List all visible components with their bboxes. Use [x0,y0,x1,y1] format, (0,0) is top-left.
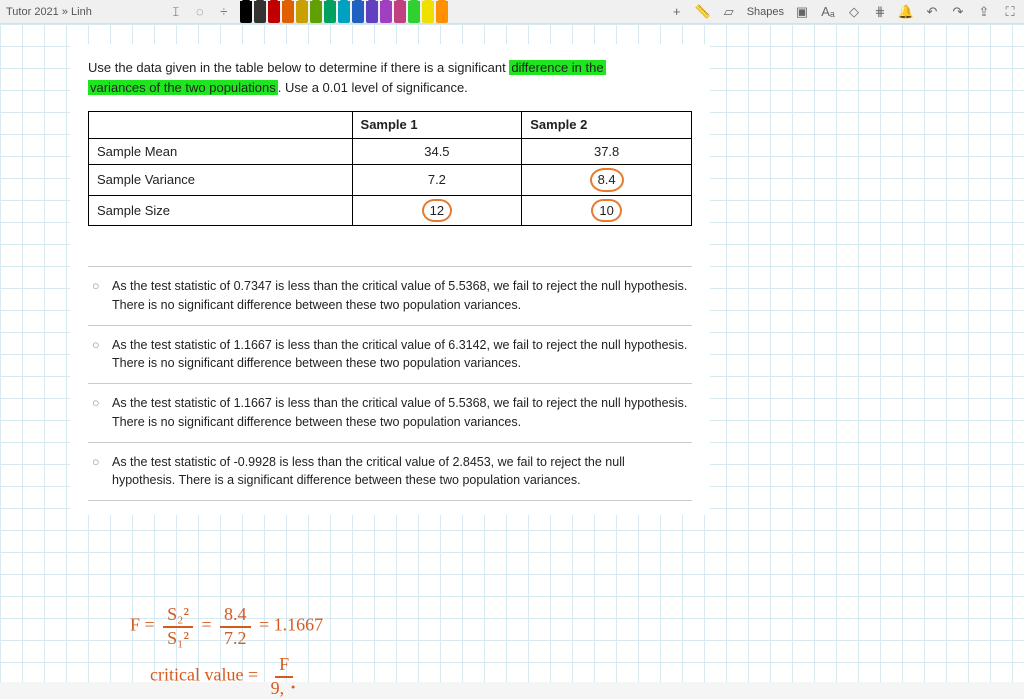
pen-palette [240,1,448,23]
question-text: Use the data given in the table below to… [88,58,692,97]
table-header [89,112,353,139]
pen-color-4[interactable] [296,1,308,23]
answer-option-2[interactable]: As the test statistic of 1.1667 is less … [88,383,692,442]
shapes-label[interactable]: Shapes [747,6,784,18]
highlight-2: variances of the two populations [88,80,278,95]
add-tool-icon[interactable]: ÷ [216,4,232,20]
table-row: Sample Mean34.537.8 [89,138,692,165]
pen-color-12[interactable] [408,1,420,23]
crop-icon[interactable]: ▣ [794,4,810,20]
ruler-icon[interactable]: 📏 [695,4,711,20]
table-row: Sample Variance7.28.4 [89,165,692,196]
pen-color-14[interactable] [436,1,448,23]
table-header: Sample 2 [522,112,692,139]
data-table: Sample 1Sample 2 Sample Mean34.537.8Samp… [88,111,692,226]
canvas[interactable]: Use the data given in the table below to… [0,24,1024,682]
answer-option-1[interactable]: As the test statistic of 1.1667 is less … [88,325,692,384]
eraser-icon[interactable]: ◇ [846,4,862,20]
text-box-icon[interactable]: Aₐ [820,4,836,20]
share-icon[interactable]: ⇪ [976,4,992,20]
answer-option-3[interactable]: As the test statistic of -0.9928 is less… [88,442,692,502]
pen-color-2[interactable] [268,1,280,23]
lasso-icon[interactable]: ◌ [192,4,208,20]
pen-color-11[interactable] [394,1,406,23]
pen-color-1[interactable] [254,1,266,23]
breadcrumb: Tutor 2021 » Linh [6,6,92,18]
pen-color-10[interactable] [380,1,392,23]
pen-color-8[interactable] [352,1,364,23]
answer-options: As the test statistic of 0.7347 is less … [88,266,692,501]
table-header: Sample 1 [352,112,522,139]
table-row: Sample Size1210 [89,195,692,226]
text-tool-icon[interactable]: 𝙸 [168,4,184,20]
question-pre: Use the data given in the table below to… [88,60,509,75]
highlight-1: difference in the [509,60,605,75]
pen-color-7[interactable] [338,1,350,23]
handwritten-formula-1: F = S₂²S₁² = 8.47.2 = 1.1667 [130,604,323,649]
grid-icon[interactable]: ⋕ [872,4,888,20]
shapes-icon[interactable]: ▱ [721,4,737,20]
redo-icon[interactable]: ↷ [950,4,966,20]
toolbar: Tutor 2021 » Linh 𝙸 ◌ ÷ + 📏 ▱ Shapes ▣ A… [0,0,1024,24]
pen-color-6[interactable] [324,1,336,23]
undo-icon[interactable]: ↶ [924,4,940,20]
add-icon[interactable]: + [669,4,685,20]
answer-option-0[interactable]: As the test statistic of 0.7347 is less … [88,266,692,325]
bell-icon[interactable]: 🔔 [898,4,914,20]
fullscreen-icon[interactable]: ⛶ [1002,4,1018,20]
pen-color-3[interactable] [282,1,294,23]
pen-color-5[interactable] [310,1,322,23]
pen-color-13[interactable] [422,1,434,23]
worksheet: Use the data given in the table below to… [70,44,710,515]
pen-color-9[interactable] [366,1,378,23]
question-post: . Use a 0.01 level of significance. [278,80,468,95]
pen-color-0[interactable] [240,1,252,23]
handwritten-formula-2: critical value = F9, ･ [150,654,306,699]
